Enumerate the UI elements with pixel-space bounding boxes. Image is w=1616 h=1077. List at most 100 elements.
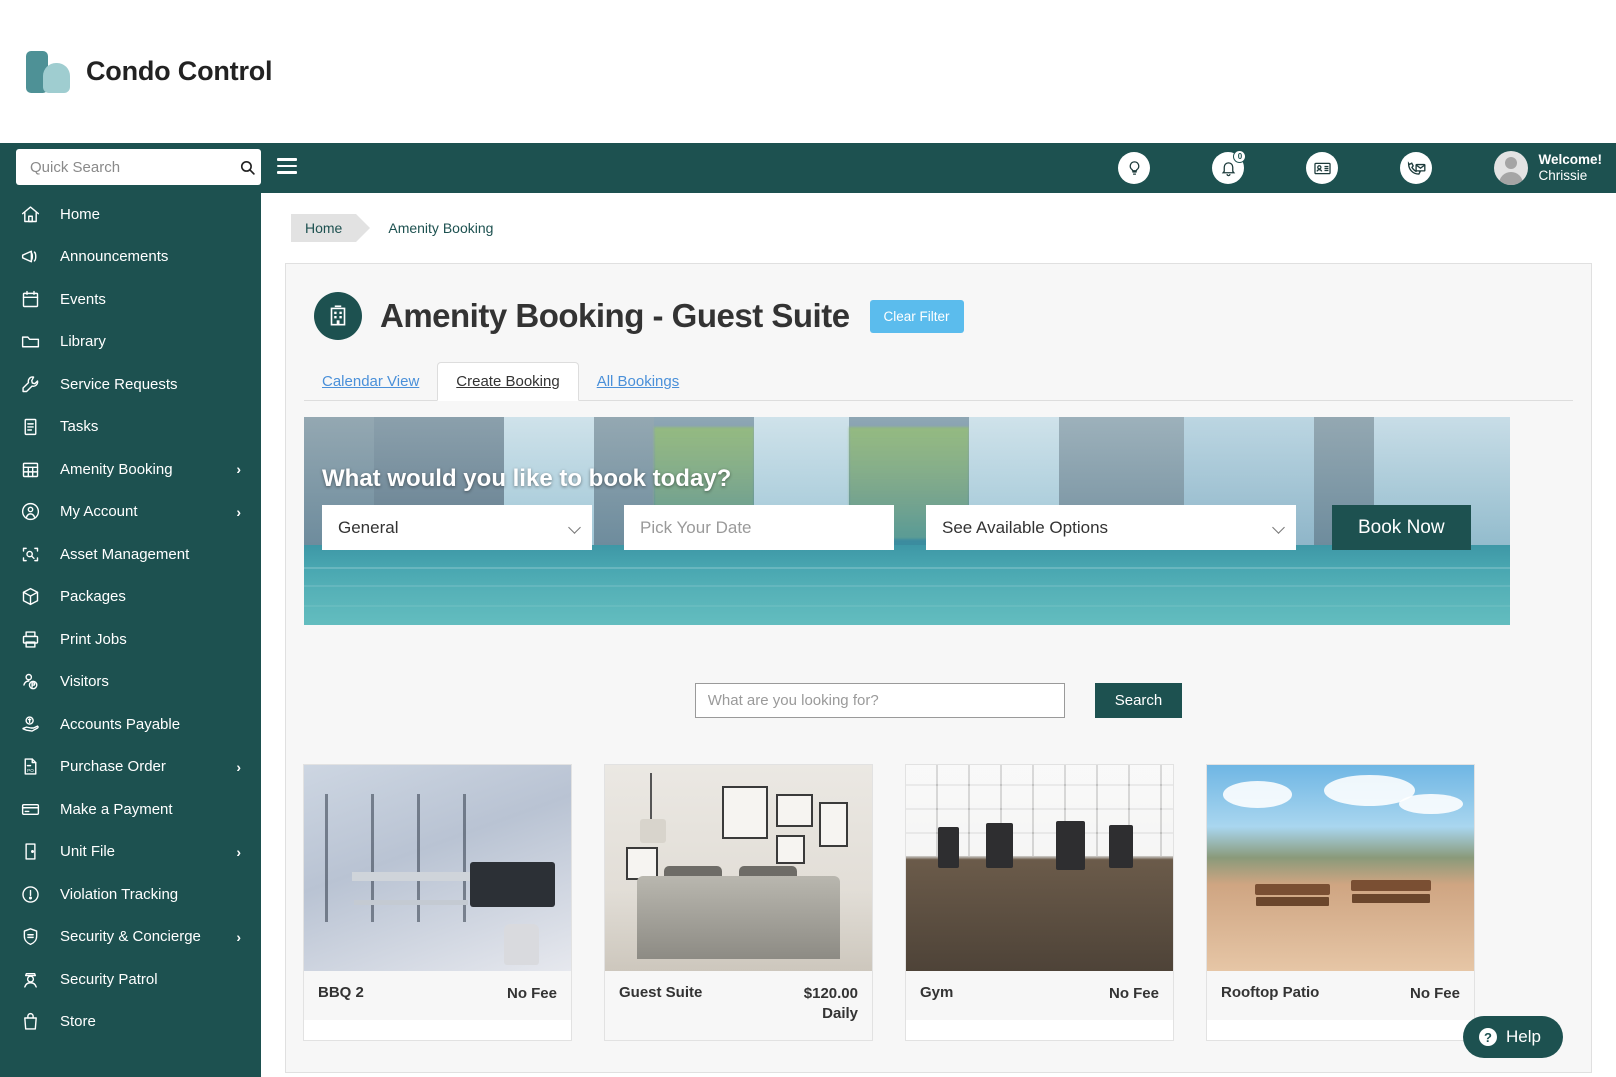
sidebar-item-violation-tracking[interactable]: Violation Tracking [0,873,261,916]
amenity-card-name: Guest Suite [619,984,703,1001]
chevron-right-icon: › [236,928,241,945]
sidebar-item-label: Security & Concierge [60,928,201,946]
sidebar-item-tasks[interactable]: Tasks [0,406,261,449]
sidebar-item-label: Packages [60,588,126,606]
tab-create-booking[interactable]: Create Booking [437,362,579,401]
home-icon [20,204,60,225]
sidebar-item-service-requests[interactable]: Service Requests [0,363,261,406]
amenity-card-fee-amount: $120.00 [803,985,858,1002]
chevron-right-icon: › [236,503,241,520]
clear-filter-button[interactable]: Clear Filter [869,299,964,333]
amenity-card-footer: Gym No Fee [906,971,1173,1020]
sidebar-item-my-account[interactable]: My Account › [0,491,261,534]
amenity-card-grid: BBQ 2 No Fee Guest Suite $120.00 Daily Gym No … [303,764,1591,1041]
hero-question: What would you like to book today? [322,465,732,492]
amenity-card-fee: No Fee [1410,984,1460,1004]
page-title: Amenity Booking - Guest Suite [380,297,850,334]
avatar[interactable] [1494,151,1529,185]
help-button[interactable]: ? Help [1463,1016,1563,1058]
sidebar-item-make-a-payment[interactable]: Make a Payment [0,788,261,831]
quick-search-input[interactable] [16,150,233,184]
welcome-text: Welcome! Chrissie [1538,152,1602,184]
phone-envelope-icon[interactable] [1400,152,1433,184]
hamburger-menu-icon[interactable] [277,158,297,174]
exclamation-circle-icon [20,884,60,905]
panel-header: Amenity Booking - Guest Suite Clear Filt… [286,264,1591,340]
sidebar-item-label: Tasks [60,418,99,436]
sidebar-item-label: Amenity Booking [60,460,173,478]
booking-category-select[interactable]: General [322,505,592,550]
amenity-card[interactable]: BBQ 2 No Fee [303,764,572,1041]
sidebar-item-label: Print Jobs [60,630,127,648]
sidebar-item-announcements[interactable]: Announcements [0,236,261,279]
sidebar-item-visitors[interactable]: Visitors [0,661,261,704]
amenity-card[interactable]: Rooftop Patio No Fee [1206,764,1475,1041]
megaphone-icon [20,246,60,267]
available-options-select[interactable]: See Available Options [926,505,1296,550]
brand-name: Condo Control [86,56,273,86]
sidebar-item-security-patrol[interactable]: Security Patrol [0,958,261,1001]
app-root: Condo Control 0 [0,0,1616,1077]
asset-scan-icon [20,544,60,565]
lightbulb-icon[interactable] [1118,152,1151,184]
sidebar-item-print-jobs[interactable]: Print Jobs [0,618,261,661]
sidebar-item-library[interactable]: Library [0,321,261,364]
hero-booking-form: General See Available Options Book Now [322,505,1471,550]
quick-search-container [16,149,261,185]
amenity-card-fee: No Fee [507,984,557,1004]
user-circle-icon [20,501,60,522]
tab-calendar-view[interactable]: Calendar View [304,363,437,400]
sidebar-item-label: Violation Tracking [60,885,179,903]
calendar-24-icon [20,289,60,310]
grid-calendar-icon [20,459,60,480]
amenity-card-footer: BBQ 2 No Fee [304,971,571,1020]
top-bar-icons: 0 Welcome! Chrissie [1118,143,1602,193]
amenity-card-fee-amount: No Fee [1108,985,1159,1002]
amenity-booking-panel: Amenity Booking - Guest Suite Clear Filt… [285,263,1592,1073]
svg-text:PO: PO [27,768,34,773]
amenity-search-row: Search [286,683,1591,718]
amenity-card-name: BBQ 2 [318,984,364,1001]
sidebar-item-label: Accounts Payable [60,715,181,733]
sidebar-item-home[interactable]: Home [0,193,261,236]
book-now-button[interactable]: Book Now [1332,505,1471,550]
sidebar-item-accounts-payable[interactable]: Accounts Payable [0,703,261,746]
sidebar-item-purchase-order[interactable]: PO Purchase Order › [0,746,261,789]
amenity-card-footer: Guest Suite $120.00 Daily [605,971,872,1040]
amenity-card-fee: No Fee [1109,984,1159,1004]
booking-hero-banner: What would you like to book today? Gener… [304,417,1510,625]
sidebar-item-label: Make a Payment [60,800,173,818]
sidebar-item-asset-management[interactable]: Asset Management [0,533,261,576]
amenity-card[interactable]: Gym No Fee [905,764,1174,1041]
question-mark-icon: ? [1479,1028,1498,1046]
help-label: Help [1506,1027,1541,1046]
sidebar-item-amenity-booking[interactable]: Amenity Booking › [0,448,261,491]
amenity-search-input[interactable] [694,683,1065,718]
sidebar-item-events[interactable]: Events [0,278,261,321]
amenity-card-fee: $120.00 Daily [804,984,858,1024]
clipboard-icon [20,416,60,437]
amenity-card-fee-amount: No Fee [1409,985,1460,1002]
chevron-right-icon: › [236,843,241,860]
sidebar-item-unit-file[interactable]: Unit File › [0,831,261,874]
amenity-card-fee-period: Daily [822,1005,858,1022]
options-select-wrapper: See Available Options [926,505,1296,550]
sidebar-item-store[interactable]: Store [0,1001,261,1044]
amenity-card[interactable]: Guest Suite $120.00 Daily [604,764,873,1041]
box-icon [20,586,60,607]
bell-icon[interactable]: 0 [1212,150,1247,184]
main-content: Home Amenity Booking Amenity Booking - G… [261,193,1616,1077]
booking-date-input[interactable] [624,505,894,550]
gym-interior-photo [906,765,1173,971]
amenity-card-footer: Rooftop Patio No Fee [1207,971,1474,1020]
folder-icon [20,331,60,352]
bbq-patio-photo [304,765,571,971]
amenity-search-button[interactable]: Search [1094,683,1183,718]
sidebar-item-security-concierge[interactable]: Security & Concierge › [0,916,261,959]
sidebar-item-packages[interactable]: Packages [0,576,261,619]
breadcrumb-home[interactable]: Home [291,214,371,242]
sidebar-item-label: Service Requests [60,375,178,393]
id-card-icon[interactable] [1306,152,1339,184]
search-icon[interactable] [233,159,261,176]
tab-all-bookings[interactable]: All Bookings [579,363,698,400]
